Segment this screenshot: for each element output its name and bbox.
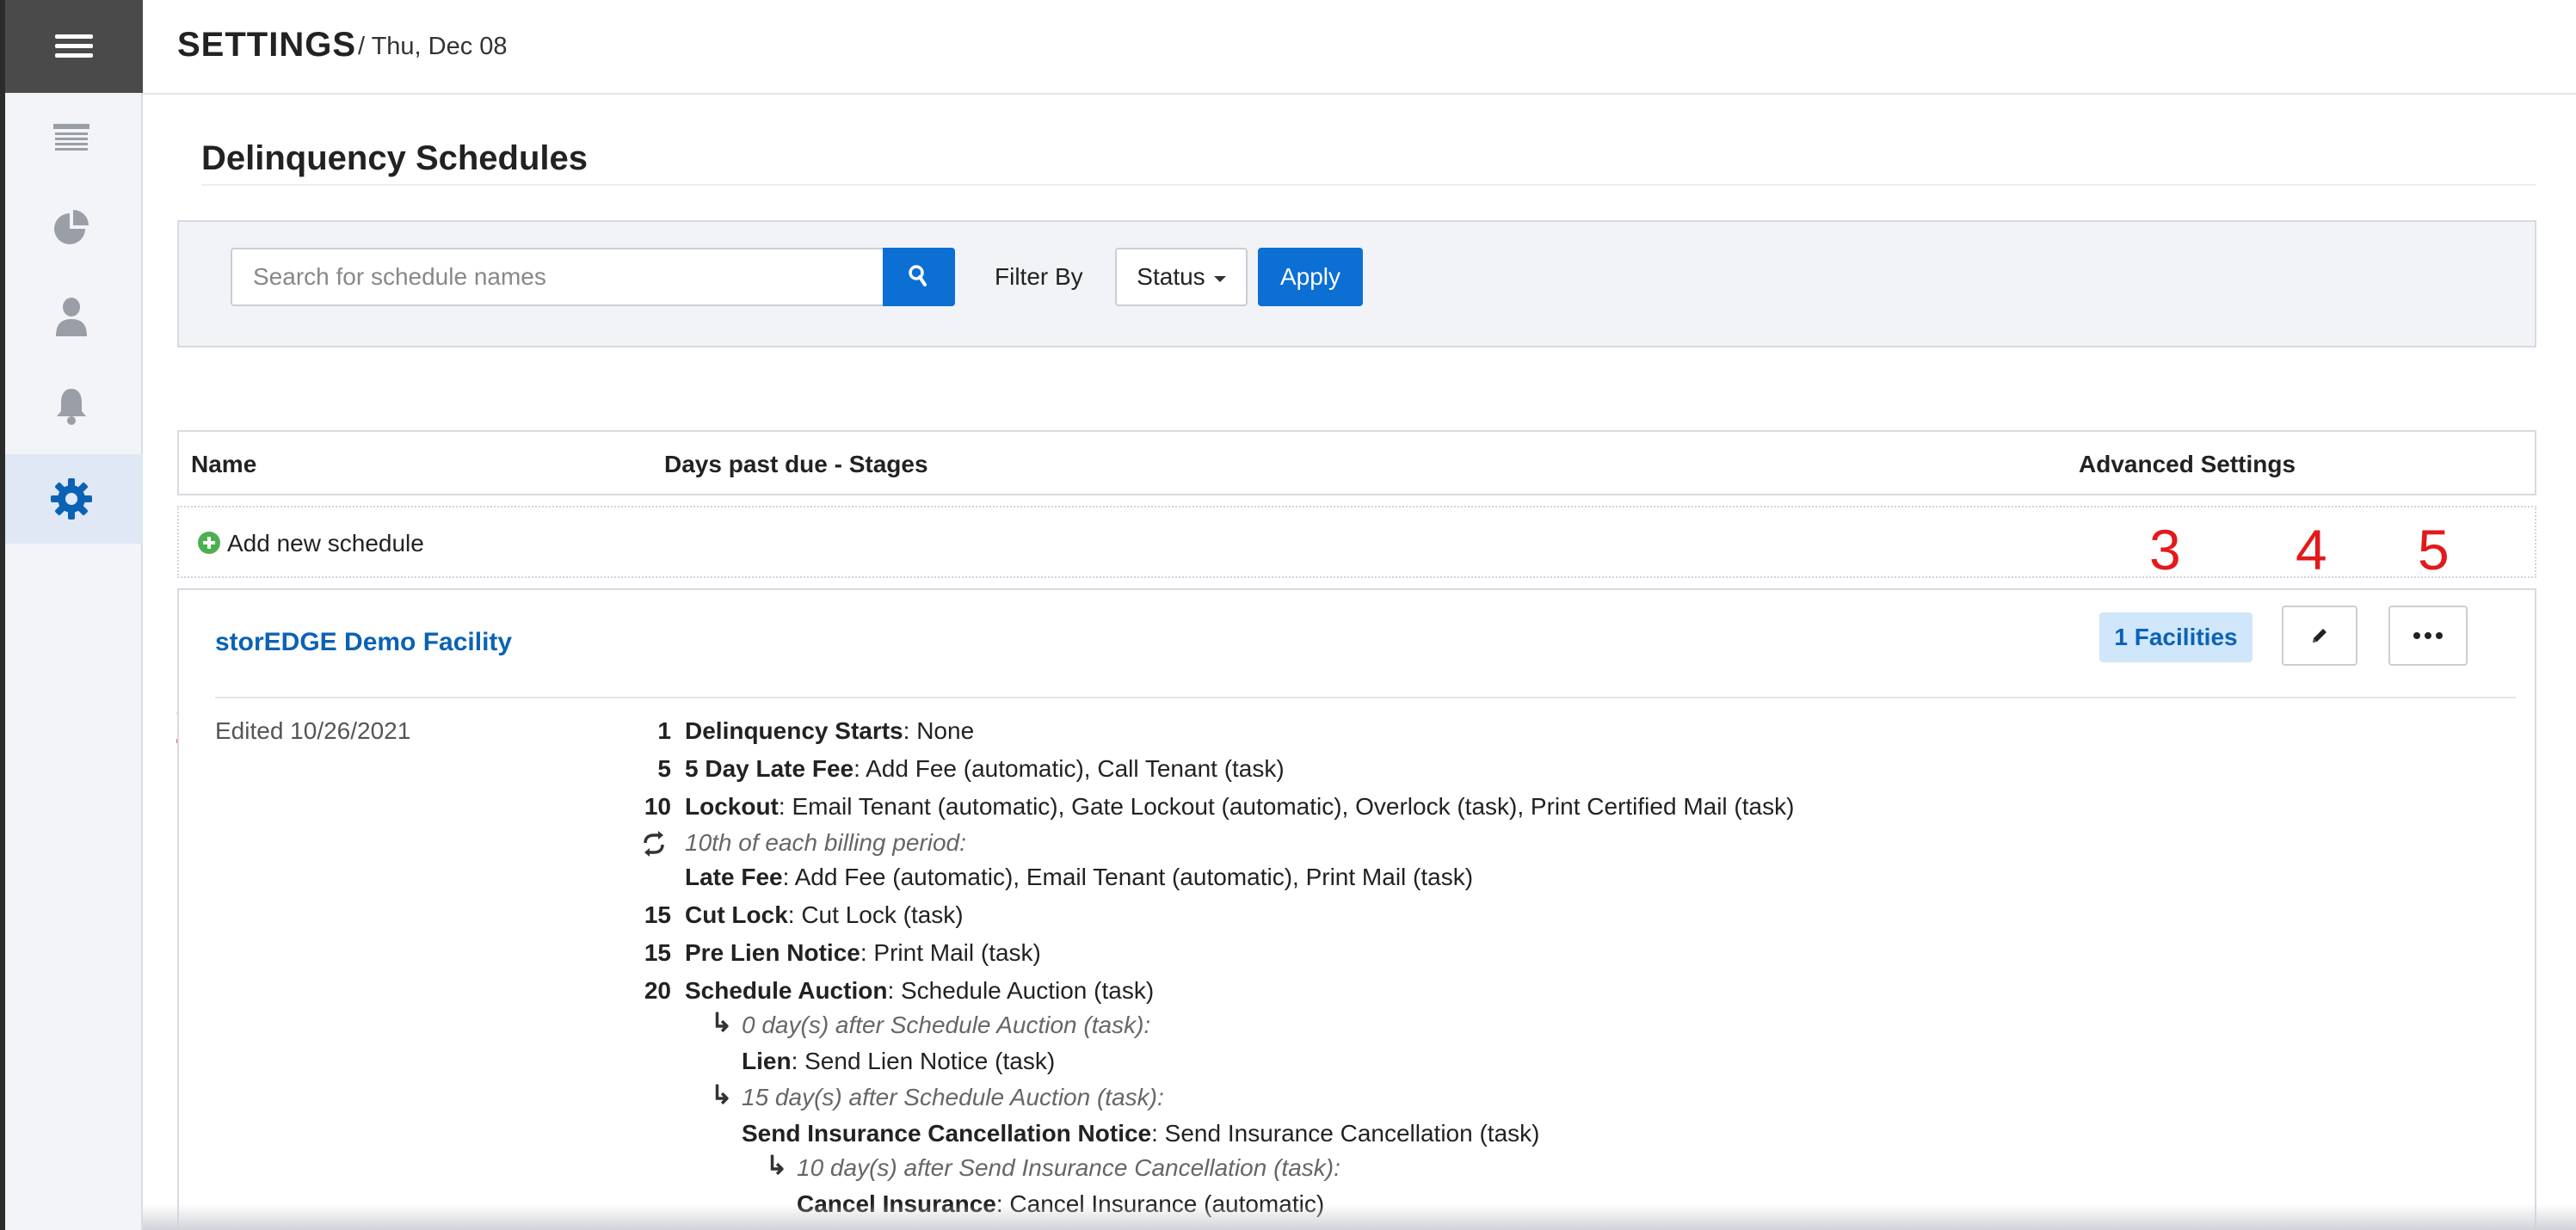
sidebar xyxy=(0,0,143,1230)
status-dropdown[interactable]: Status xyxy=(1115,248,1248,306)
sub-arrow-icon: ↳ xyxy=(766,1152,788,1180)
search-input[interactable] xyxy=(231,248,883,306)
pencil-icon xyxy=(2313,629,2326,643)
sub-stage-note: 0 day(s) after Schedule Auction (task): xyxy=(742,1012,1151,1038)
stage-name: 5 Day Late Fee xyxy=(685,755,854,782)
sub-stage-note: 15 day(s) after Schedule Auction (task): xyxy=(742,1084,1164,1110)
stage-name: Send Insurance Cancellation Notice xyxy=(742,1120,1152,1147)
ellipsis-icon xyxy=(2413,632,2443,639)
schedule-row: storEDGE Demo Facility 1 Facilities Edit… xyxy=(177,588,2536,1230)
sidebar-item-tenants[interactable] xyxy=(0,272,143,361)
stage-day: 10 xyxy=(644,793,671,820)
stage-actions: : Send Lien Notice (task) xyxy=(791,1048,1056,1074)
header-title: SETTINGS xyxy=(177,26,357,64)
stage-day: 5 xyxy=(657,755,671,782)
stage-name: Lockout xyxy=(685,793,779,820)
annotation-3: 3 xyxy=(2149,518,2181,581)
stage-day: 15 xyxy=(644,939,671,966)
gear-icon xyxy=(51,478,92,520)
edit-button[interactable] xyxy=(2282,606,2357,666)
page-title: Delinquency Schedules xyxy=(201,139,589,177)
header-date: / Thu, Dec 08 xyxy=(358,33,508,60)
recurring-note: 10th of each billing period: xyxy=(685,829,966,856)
annotation-5: 5 xyxy=(2418,518,2450,581)
stage-name: Lien xyxy=(742,1048,792,1074)
stage-name: Cut Lock xyxy=(685,901,788,928)
column-header-advanced-settings: Advanced Settings xyxy=(2079,451,2296,477)
title-divider xyxy=(201,184,2536,186)
pie-chart-icon xyxy=(54,210,89,244)
stage-name: Delinquency Starts xyxy=(685,717,903,744)
stage-name: Pre Lien Notice xyxy=(685,939,860,966)
add-circle-icon[interactable] xyxy=(198,532,220,554)
top-header: SETTINGS / Thu, Dec 08 xyxy=(143,0,2576,95)
stage-day: 20 xyxy=(644,977,671,1004)
sidebar-item-reports[interactable] xyxy=(0,182,143,272)
stage-actions: : Schedule Auction (task) xyxy=(887,977,1155,1004)
search-icon xyxy=(909,265,927,286)
annotation-4: 4 xyxy=(2296,518,2327,581)
caret-down-icon xyxy=(1213,275,1226,282)
facilities-badge[interactable]: 1 Facilities xyxy=(2099,612,2252,662)
stage-actions: : Email Tenant (automatic), Gate Lockout… xyxy=(778,793,1795,820)
table-header: Name Days past due - Stages Advanced Set… xyxy=(177,430,2536,495)
column-header-stages: Days past due - Stages xyxy=(664,451,928,477)
sidebar-item-notifications[interactable] xyxy=(0,361,143,451)
schedule-name-link[interactable]: storEDGE Demo Facility xyxy=(215,628,512,657)
menu-button[interactable] xyxy=(0,0,143,93)
stage-actions: : Cut Lock (task) xyxy=(787,901,964,928)
stage-actions: : Print Mail (task) xyxy=(860,939,1041,966)
sidebar-item-settings[interactable] xyxy=(0,454,143,544)
sidebar-item-listings[interactable] xyxy=(0,93,143,182)
add-schedule-link[interactable]: Add new schedule xyxy=(227,530,424,557)
window-edge xyxy=(0,0,5,1230)
more-options-button[interactable] xyxy=(2388,606,2468,666)
row-divider xyxy=(215,697,2516,698)
filter-panel: Filter By Status Apply xyxy=(177,220,2536,347)
search-button[interactable] xyxy=(883,248,955,306)
sub-arrow-icon: ↳ xyxy=(711,1081,733,1110)
bottom-shadow xyxy=(143,1204,2576,1230)
sub-arrow-icon: ↳ xyxy=(711,1009,733,1037)
status-dropdown-label: Status xyxy=(1137,263,1205,290)
add-schedule-row: Add new schedule xyxy=(177,506,2536,578)
stage-day: 15 xyxy=(644,901,671,928)
repeat-icon xyxy=(644,831,664,857)
stage-actions: : None xyxy=(903,717,975,744)
filter-by-label: Filter By xyxy=(995,263,1083,290)
user-icon xyxy=(56,298,87,336)
stage-name: Late Fee xyxy=(685,864,783,890)
edited-date: Edited 10/26/2021 xyxy=(215,717,411,744)
apply-button[interactable]: Apply xyxy=(1258,248,1363,306)
column-header-name: Name xyxy=(191,451,257,477)
stage-day: 1 xyxy=(657,717,671,744)
stage-actions: : Send Insurance Cancellation (task) xyxy=(1151,1120,1540,1147)
stage-actions: : Add Fee (automatic), Call Tenant (task… xyxy=(854,755,1285,782)
list-icon xyxy=(53,124,89,151)
stage-name: Schedule Auction xyxy=(685,977,888,1004)
stage-actions: : Add Fee (automatic), Email Tenant (aut… xyxy=(782,864,1474,890)
bell-icon xyxy=(57,389,86,425)
sub-stage-note: 10 day(s) after Send Insurance Cancellat… xyxy=(797,1154,1340,1181)
